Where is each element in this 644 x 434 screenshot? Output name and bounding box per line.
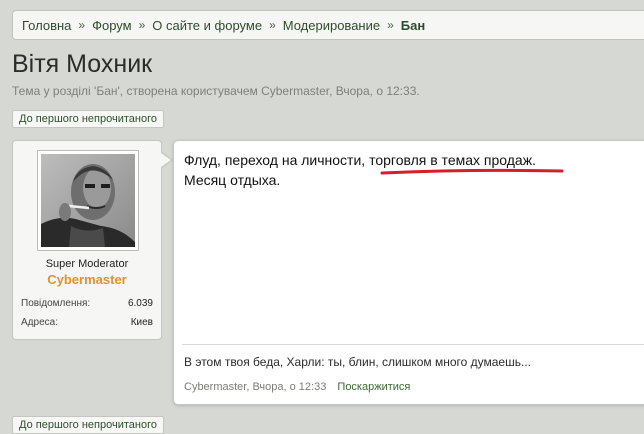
user-role: Super Moderator (45, 258, 129, 270)
breadcrumb-moderation[interactable]: Модерирование (283, 18, 380, 33)
post-text-plain: Флуд, переход на личности, (184, 152, 370, 168)
avatar-photo (41, 154, 135, 247)
location-value: Киев (130, 317, 153, 328)
breadcrumb: Головна » Форум » О сайте и форуме » Мод… (12, 10, 644, 40)
breadcrumb-separator: » (78, 18, 86, 32)
card-arrow-fill (161, 153, 171, 167)
location-label: Адреса: (21, 317, 58, 328)
posts-count-value[interactable]: 6.039 (128, 298, 153, 309)
post-author-date[interactable]: Cybermaster, Вчора, о 12:33 (184, 381, 326, 393)
thread-subtitle: Тема у розділі 'Бан', створена користува… (12, 84, 420, 98)
post-meta: Cybermaster, Вчора, о 12:33 Поскаржитися (184, 381, 410, 393)
user-name-link[interactable]: Cybermaster (13, 272, 161, 287)
post-text-line2: Месяц отдыха. (184, 172, 281, 188)
posts-count-label: Повідомлення: (21, 298, 91, 309)
first-unread-button-bottom[interactable]: До першого непрочитаного (12, 416, 164, 434)
breadcrumb-forum[interactable]: Форум (92, 18, 132, 33)
breadcrumb-current-ban[interactable]: Бан (401, 18, 425, 33)
user-signature: В этом твоя беда, Харли: ты, блин, слишк… (184, 355, 531, 369)
breadcrumb-about-site[interactable]: О сайте и форуме (152, 18, 262, 33)
report-link[interactable]: Поскаржитися (337, 381, 410, 393)
breadcrumb-separator: » (269, 18, 276, 32)
signature-divider (182, 344, 644, 345)
breadcrumb-separator: » (138, 18, 146, 32)
red-underline-annotation (380, 168, 564, 175)
user-info-card: Super Moderator Cybermaster Повідомлення… (12, 140, 162, 340)
first-unread-button-top[interactable]: До першого непрочитаного (12, 110, 164, 128)
avatar[interactable] (37, 150, 139, 251)
post-message: Флуд, переход на личности, торговля в те… (173, 140, 644, 405)
thread-title: Вітя Мохник (12, 50, 153, 78)
breadcrumb-separator: » (387, 18, 394, 32)
breadcrumb-home[interactable]: Головна (22, 18, 71, 33)
